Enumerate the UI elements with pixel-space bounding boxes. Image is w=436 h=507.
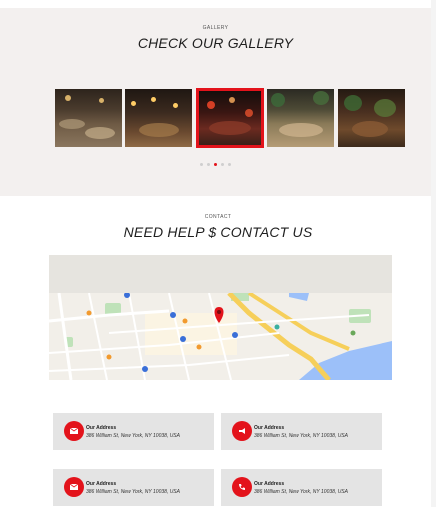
gallery-photo[interactable] [267, 89, 334, 147]
gallery-photo[interactable] [55, 89, 122, 147]
phone-icon [232, 477, 252, 497]
contact-kicker: CONTACT [204, 214, 232, 220]
contact-card: Our Address 386 William St, New York, NY… [221, 469, 382, 506]
carousel-dot[interactable] [200, 163, 203, 166]
contact-title: NEED HELP $ CONTACT US [123, 224, 313, 240]
map-loading-area [49, 255, 392, 293]
gallery-photo-active[interactable] [196, 88, 264, 148]
card-address: 386 William St, New York, NY 10038, USA [86, 489, 180, 495]
carousel-dot[interactable] [221, 163, 224, 166]
carousel-dot[interactable] [207, 163, 210, 166]
mail-icon [64, 477, 84, 497]
card-title: Our Address [254, 425, 285, 431]
card-title: Our Address [86, 481, 117, 487]
card-title: Our Address [254, 481, 285, 487]
gallery-photo[interactable] [338, 89, 405, 147]
envelope-icon [64, 421, 84, 441]
card-address: 386 William St, New York, NY 10038, USA [86, 433, 180, 439]
card-address: 386 William St, New York, NY 10038, USA [254, 489, 348, 495]
embedded-map[interactable] [49, 255, 392, 380]
card-title: Our Address [86, 425, 117, 431]
page-scrollbar[interactable] [431, 0, 436, 507]
gallery-title: CHECK OUR GALLERY [137, 35, 294, 51]
contact-card: Our Address 386 William St, New York, NY… [53, 413, 214, 450]
megaphone-icon [232, 421, 252, 441]
contact-card: Our Address 386 William St, New York, NY… [53, 469, 214, 506]
gallery-carousel[interactable] [55, 88, 405, 148]
map-tiles[interactable] [49, 291, 392, 380]
contact-card: Our Address 386 William St, New York, NY… [221, 413, 382, 450]
gallery-kicker: GALLERY [202, 25, 229, 31]
carousel-dot-active[interactable] [214, 163, 217, 166]
card-address: 386 William St, New York, NY 10038, USA [254, 433, 348, 439]
map-graphic [49, 291, 392, 380]
gallery-section: GALLERY CHECK OUR GALLERY [0, 8, 431, 196]
gallery-photo[interactable] [125, 89, 192, 147]
carousel-dot[interactable] [228, 163, 231, 166]
carousel-dots [0, 163, 431, 166]
